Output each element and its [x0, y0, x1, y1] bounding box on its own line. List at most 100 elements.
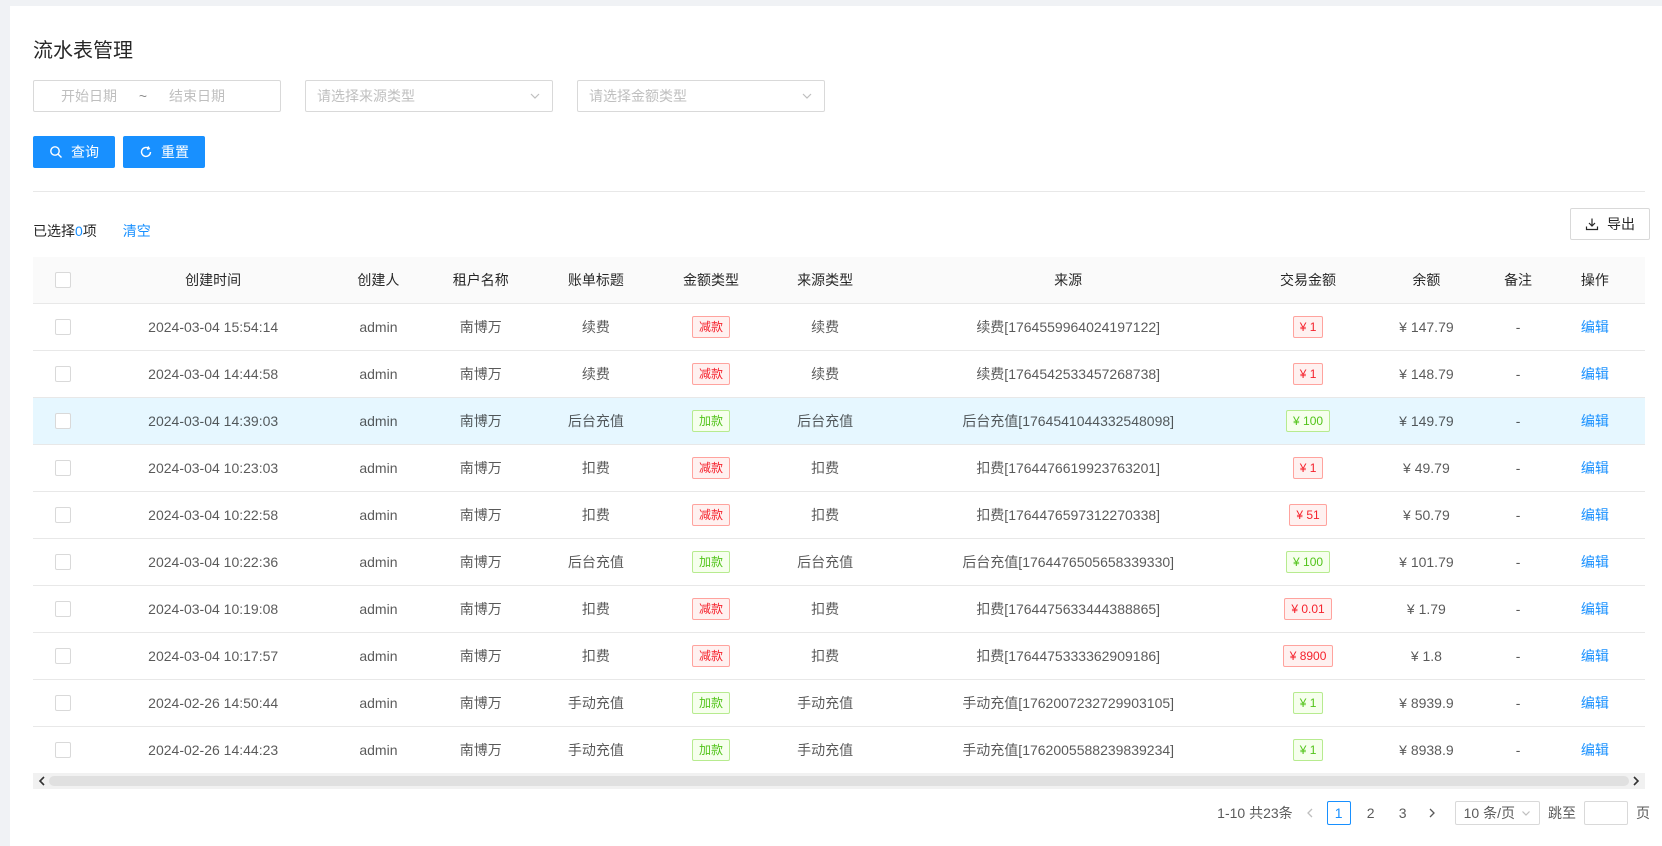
table-row[interactable]: 2024-03-04 15:54:14 admin 南博万 续费 减款 续费 续费[1764… [33, 303, 1645, 351]
cell-amount-type: 减款 [653, 350, 769, 398]
cell-creator: admin [333, 350, 424, 398]
cell-amount: ¥ 1 [1254, 350, 1362, 398]
row-checkbox[interactable] [54, 319, 71, 336]
row-checkbox[interactable] [54, 742, 71, 759]
page-item-1[interactable]: 1 [1326, 801, 1351, 825]
edit-link[interactable]: 编辑 [1581, 460, 1609, 476]
cell-amount-type: 加款 [653, 397, 769, 445]
cell-amount: ¥ 100 [1254, 538, 1362, 586]
edit-link[interactable]: 编辑 [1581, 695, 1609, 711]
row-checkbox[interactable] [54, 695, 71, 712]
range-separator: ~ [138, 88, 148, 104]
row-checkbox[interactable] [54, 413, 71, 430]
export-button[interactable]: 导出 [1570, 208, 1650, 240]
table-row[interactable]: 2024-02-26 14:50:44 admin 南博万 手动充值 加款 手动充值 手动充… [33, 679, 1645, 727]
table-body: 2024-03-04 15:54:14 admin 南博万 续费 减款 续费 续费[1764… [33, 303, 1645, 774]
cell-balance: ¥ 148.79 [1361, 350, 1492, 398]
amount-type-tag: 减款 [692, 644, 731, 667]
column-header: 操作 [1544, 257, 1645, 304]
column-header: 创建时间 [92, 257, 334, 304]
page-size-select[interactable]: 10 条/页 [1454, 801, 1540, 825]
reset-button[interactable]: 重置 [123, 136, 205, 168]
row-checkbox[interactable] [54, 601, 71, 618]
cell-note: - [1491, 350, 1545, 398]
cell-creator: admin [333, 726, 424, 774]
table-row[interactable]: 2024-03-04 14:44:58 admin 南博万 续费 减款 续费 续费[1764… [33, 350, 1645, 398]
cell-tenant: 南博万 [423, 397, 539, 445]
amount-tag: ¥ 8900 [1282, 644, 1334, 667]
row-checkbox[interactable] [54, 507, 71, 524]
cell-balance: ¥ 8939.9 [1361, 679, 1492, 727]
cell-balance: ¥ 49.79 [1361, 444, 1492, 492]
table-row[interactable]: 2024-03-04 14:39:03 admin 南博万 后台充值 加款 后台充值 后台充… [33, 397, 1645, 445]
cell-balance: ¥ 147.79 [1361, 303, 1492, 351]
scroll-right-icon[interactable] [1631, 776, 1641, 786]
cell-amount-type: 加款 [653, 538, 769, 586]
cell-source-type: 扣费 [768, 632, 882, 680]
clear-selection-link[interactable]: 清空 [123, 221, 151, 241]
column-header: 创建人 [333, 257, 424, 304]
cell-note: - [1491, 585, 1545, 633]
chevron-right-icon [1429, 808, 1435, 818]
scrollbar-thumb[interactable] [49, 776, 1629, 786]
row-checkbox[interactable] [54, 460, 71, 477]
table-row[interactable]: 2024-03-04 10:19:08 admin 南博万 扣费 减款 扣费 扣费[1764… [33, 585, 1645, 633]
edit-link[interactable]: 编辑 [1581, 366, 1609, 382]
row-select-cell [33, 585, 93, 633]
page-item-2[interactable]: 2 [1359, 801, 1383, 825]
table-row[interactable]: 2024-03-04 10:17:57 admin 南博万 扣费 减款 扣费 扣费[1764… [33, 632, 1645, 680]
cell-source: 手动充值[1762007232729903105] [881, 679, 1255, 727]
edit-link[interactable]: 编辑 [1581, 413, 1609, 429]
pagination: 1-10 共23条 1 2 3 10 条/页 跳至 页 [1217, 800, 1650, 826]
cell-amount-type: 减款 [653, 303, 769, 351]
row-select-cell [33, 350, 93, 398]
table-row[interactable]: 2024-03-04 10:22:36 admin 南博万 后台充值 加款 后台充值 后台充… [33, 538, 1645, 586]
prev-page-button[interactable] [1301, 801, 1319, 825]
row-checkbox[interactable] [54, 648, 71, 665]
table-row[interactable]: 2024-02-26 14:44:23 admin 南博万 手动充值 加款 手动充值 手动充… [33, 726, 1645, 774]
column-header: 来源 [881, 257, 1255, 304]
date-range-picker[interactable]: 开始日期 ~ 结束日期 [33, 80, 281, 112]
cell-creator: admin [333, 679, 424, 727]
amount-type-select[interactable]: 请选择金额类型 [577, 80, 825, 112]
cell-tenant: 南博万 [423, 444, 539, 492]
selection-prefix: 已选择 [33, 223, 75, 239]
page-item-3[interactable]: 3 [1391, 801, 1415, 825]
edit-link[interactable]: 编辑 [1581, 507, 1609, 523]
cell-source-type: 后台充值 [768, 538, 882, 586]
scroll-left-icon[interactable] [37, 776, 47, 786]
cell-note: - [1491, 444, 1545, 492]
query-button[interactable]: 查询 [33, 136, 115, 168]
select-all-checkbox[interactable] [54, 272, 71, 289]
cell-tenant: 南博万 [423, 538, 539, 586]
row-checkbox[interactable] [54, 554, 71, 571]
cell-source-type: 后台充值 [768, 397, 882, 445]
amount-tag: ¥ 1 [1292, 738, 1324, 761]
cell-title: 手动充值 [538, 679, 654, 727]
edit-link[interactable]: 编辑 [1581, 742, 1609, 758]
cell-creator: admin [333, 538, 424, 586]
end-date-input[interactable]: 结束日期 [154, 86, 240, 106]
edit-link[interactable]: 编辑 [1581, 554, 1609, 570]
amount-tag: ¥ 100 [1286, 409, 1331, 432]
source-type-select[interactable]: 请选择来源类型 [305, 80, 553, 112]
cell-amount: ¥ 100 [1254, 397, 1362, 445]
cell-source: 后台充值[1764476505658339330] [881, 538, 1255, 586]
column-header: 备注 [1491, 257, 1545, 304]
table-row[interactable]: 2024-03-04 10:22:58 admin 南博万 扣费 减款 扣费 扣费[1764… [33, 491, 1645, 539]
cell-note: - [1491, 303, 1545, 351]
edit-link[interactable]: 编辑 [1581, 648, 1609, 664]
start-date-input[interactable]: 开始日期 [46, 86, 132, 106]
edit-link[interactable]: 编辑 [1581, 601, 1609, 617]
cell-tenant: 南博万 [423, 726, 539, 774]
table-row[interactable]: 2024-03-04 10:23:03 admin 南博万 扣费 减款 扣费 扣费[1764… [33, 444, 1645, 492]
next-page-button[interactable] [1423, 801, 1441, 825]
edit-link[interactable]: 编辑 [1581, 319, 1609, 335]
row-select-cell [33, 444, 93, 492]
cell-source-type: 扣费 [768, 444, 882, 492]
cell-created: 2024-03-04 14:44:58 [92, 350, 334, 398]
row-checkbox[interactable] [54, 366, 71, 383]
horizontal-scrollbar[interactable] [33, 773, 1645, 789]
jump-page-input[interactable] [1584, 801, 1628, 825]
cell-tenant: 南博万 [423, 350, 539, 398]
